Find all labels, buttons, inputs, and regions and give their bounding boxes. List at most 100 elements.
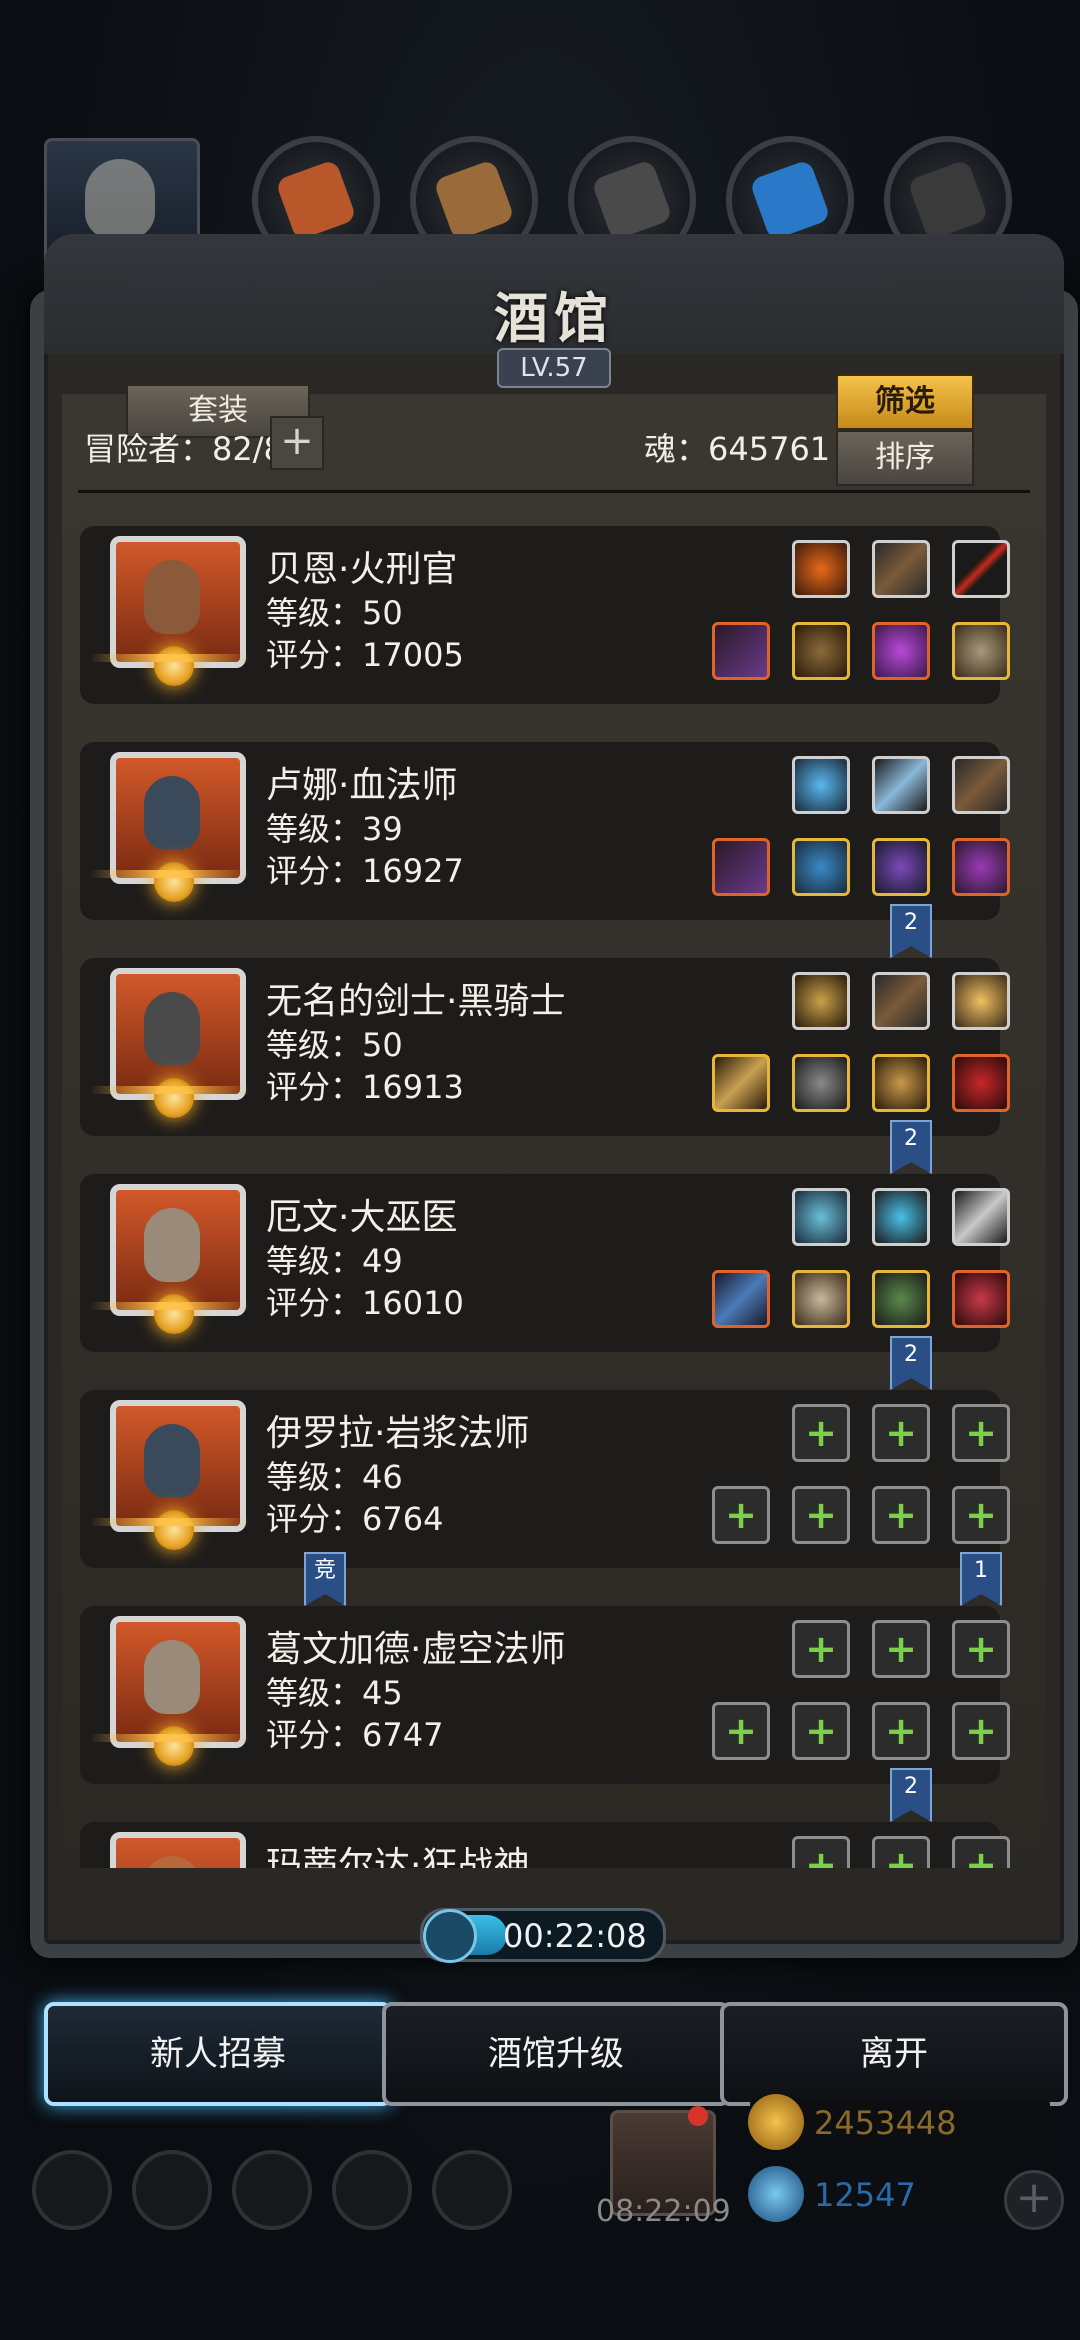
sort-button[interactable]: 排序 xyxy=(836,430,974,486)
bow-icon[interactable] xyxy=(712,1054,770,1112)
gold-amount: 2453448 xyxy=(814,2104,957,2142)
notification-dot xyxy=(688,2106,708,2126)
hero-score: 评分：6764 xyxy=(266,1500,444,1538)
hero-card[interactable]: 厄文·大巫医 等级：49 评分：16010 xyxy=(80,1174,1010,1352)
wand-icon[interactable] xyxy=(872,1188,930,1246)
hero-list[interactable]: 贝恩·火刑官 等级：50 评分：17005 卢娜·血法师 等级：39 评分：16… xyxy=(52,504,1056,1868)
building-icon[interactable] xyxy=(232,2150,312,2230)
empty-slot-icon[interactable] xyxy=(952,1404,1010,1462)
amulet-icon[interactable] xyxy=(872,1054,930,1112)
hero-portrait xyxy=(110,1616,246,1766)
armor-icon[interactable] xyxy=(792,622,850,680)
dagger-icon[interactable] xyxy=(952,1188,1010,1246)
mail-icon[interactable] xyxy=(332,2150,412,2230)
hero-name: 贝恩·火刑官 xyxy=(266,549,458,590)
hero-name: 厄文·大巫医 xyxy=(266,1197,458,1238)
panel-title: 酒馆 xyxy=(494,287,614,350)
hero-score: 评分：17005 xyxy=(266,636,464,674)
hero-name: 伊罗拉·岩浆法师 xyxy=(266,1413,530,1454)
armor-icon[interactable] xyxy=(792,1054,850,1112)
eye-icon[interactable] xyxy=(952,1054,1010,1112)
rank-ribbon: 2 xyxy=(890,1336,932,1390)
empty-slot-icon[interactable] xyxy=(872,1620,930,1678)
rank-ribbon: 2 xyxy=(890,904,932,958)
hero-portrait xyxy=(110,536,246,686)
divider xyxy=(78,490,1030,493)
hero-card[interactable]: 伊罗拉·岩浆法师 等级：46 评分：6764 xyxy=(80,1390,1010,1568)
potion-icon[interactable] xyxy=(952,1270,1010,1328)
lantern-icon[interactable] xyxy=(952,972,1010,1030)
empty-slot-icon[interactable] xyxy=(952,1486,1010,1544)
hero-name: 无名的剑士·黑骑士 xyxy=(266,981,566,1022)
empty-slot-icon[interactable] xyxy=(792,1620,850,1678)
soul-count: 魂：645761 xyxy=(644,430,831,468)
empty-slot-icon[interactable] xyxy=(792,1486,850,1544)
staff-icon[interactable] xyxy=(712,838,770,896)
hero-level: 等级：50 xyxy=(266,1026,403,1064)
hero-portrait xyxy=(110,968,246,1118)
empty-slot-icon[interactable] xyxy=(792,1702,850,1760)
hero-level: 等级：46 xyxy=(266,1458,403,1496)
crystal-skill-icon[interactable] xyxy=(792,1188,850,1246)
hero-name: 葛文加德·虚空法师 xyxy=(266,1629,566,1670)
inventory-icon[interactable] xyxy=(432,2150,512,2230)
staff-icon[interactable] xyxy=(712,1270,770,1328)
filter-button[interactable]: 筛选 xyxy=(836,374,974,430)
amulet-icon[interactable] xyxy=(872,838,930,896)
settings-icon[interactable] xyxy=(32,2150,112,2230)
hero-score: 评分：16913 xyxy=(266,1068,464,1106)
hero-card[interactable]: 无名的剑士·黑骑士 等级：50 评分：16913 xyxy=(80,958,1010,1136)
robe-icon[interactable] xyxy=(792,838,850,896)
staff-icon[interactable] xyxy=(952,540,1010,598)
hero-card[interactable]: 卢娜·血法师 等级：39 评分：16927 xyxy=(80,742,1010,920)
empty-slot-icon[interactable] xyxy=(872,1404,930,1462)
empty-slot-icon[interactable] xyxy=(952,1702,1010,1760)
hero-card[interactable]: 贝恩·火刑官 等级：50 评分：17005 xyxy=(80,526,1010,704)
empty-slot-icon[interactable] xyxy=(952,1620,1010,1678)
robe-icon[interactable] xyxy=(792,1270,850,1328)
rank-ribbon: 2 xyxy=(890,1120,932,1174)
empty-slot-icon[interactable] xyxy=(872,1486,930,1544)
hero-portrait xyxy=(110,1184,246,1334)
gloves-icon[interactable] xyxy=(872,622,930,680)
shield-skill-icon[interactable] xyxy=(792,972,850,1030)
blade-icon[interactable] xyxy=(872,756,930,814)
hero-name: 玛蒂尔达·狂战神 xyxy=(266,1845,530,1868)
hero-portrait xyxy=(110,752,246,902)
empty-slot-icon[interactable] xyxy=(792,1836,850,1868)
recruit-button[interactable]: 新人招募 xyxy=(44,2002,392,2106)
arena-ribbon: 竞 xyxy=(304,1552,346,1606)
add-adventurer-slot-button[interactable]: + xyxy=(270,416,324,470)
timer-text: 00:22:08 xyxy=(503,1917,647,1955)
rank-ribbon: 2 xyxy=(890,1768,932,1822)
gold-coin-icon xyxy=(748,2094,804,2150)
hero-level: 等级：49 xyxy=(266,1242,403,1280)
empty-slot-icon[interactable] xyxy=(952,1836,1010,1868)
empty-slot-icon[interactable] xyxy=(792,1404,850,1462)
empty-slot-icon[interactable] xyxy=(872,1836,930,1868)
amulet-icon[interactable] xyxy=(872,1270,930,1328)
bracer-icon[interactable] xyxy=(872,972,930,1030)
gem-icon[interactable] xyxy=(952,838,1010,896)
leave-button[interactable]: 离开 xyxy=(720,2002,1068,2106)
weapon-icon[interactable] xyxy=(712,622,770,680)
gem-amount: 12547 xyxy=(814,2176,916,2214)
hero-card[interactable]: 玛蒂尔达·狂战神 xyxy=(80,1822,1010,1868)
star-icon xyxy=(154,646,194,686)
bracer-icon[interactable] xyxy=(872,540,930,598)
empty-slot-icon[interactable] xyxy=(712,1702,770,1760)
empty-slot-icon[interactable] xyxy=(712,1486,770,1544)
add-currency-button[interactable]: + xyxy=(1004,2170,1064,2230)
bracer-icon[interactable] xyxy=(952,756,1010,814)
tavern-upgrade-button[interactable]: 酒馆升级 xyxy=(382,2002,730,2106)
orb-skill-icon[interactable] xyxy=(792,756,850,814)
quest-icon[interactable] xyxy=(132,2150,212,2230)
clock-icon xyxy=(423,1909,477,1963)
ring-icon[interactable] xyxy=(952,622,1010,680)
gem-icon xyxy=(748,2166,804,2222)
plus-icon: + xyxy=(280,418,314,464)
fire-skill-icon[interactable] xyxy=(792,540,850,598)
hero-card[interactable]: 葛文加德·虚空法师 等级：45 评分：6747 xyxy=(80,1606,1010,1784)
empty-slot-icon[interactable] xyxy=(872,1702,930,1760)
hero-level: 等级：50 xyxy=(266,594,403,632)
